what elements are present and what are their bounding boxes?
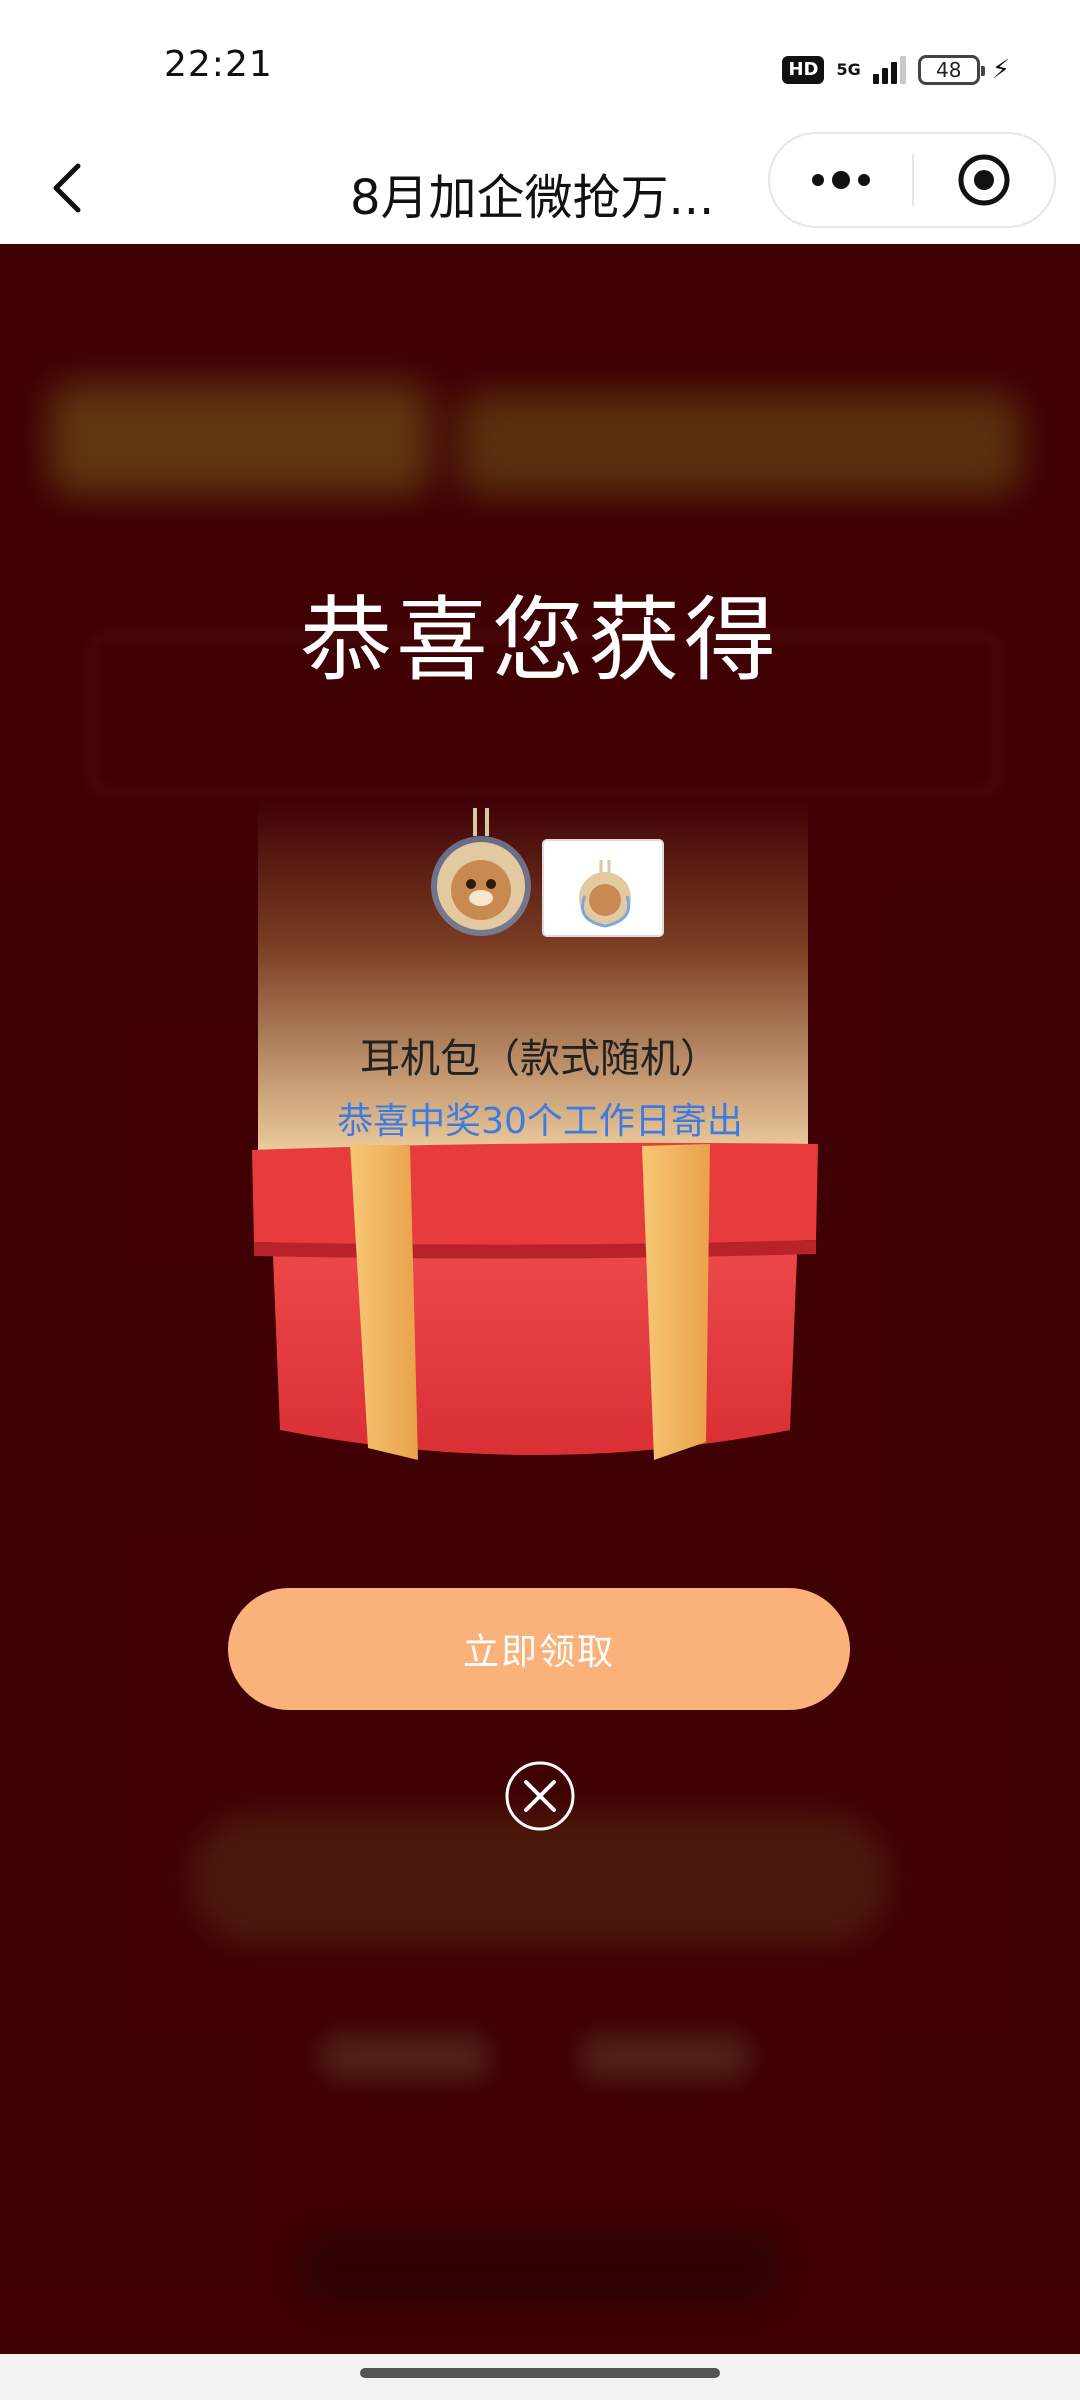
charging-icon: ⚡ <box>991 55 1010 85</box>
back-button[interactable] <box>30 150 106 226</box>
more-dots-icon <box>812 174 824 186</box>
battery-icon: 48 <box>917 55 985 85</box>
network-type: 5G <box>836 60 861 79</box>
battery-level: 48 <box>936 58 962 82</box>
home-gesture-bar[interactable] <box>360 2368 720 2378</box>
gift-box-image <box>252 1142 818 1460</box>
status-time: 22:21 <box>164 44 273 85</box>
status-icons: HD 5G 48 ⚡ <box>782 50 1010 90</box>
more-dots-icon-center <box>832 171 850 189</box>
status-bar: 22:21 HD 5G 48 ⚡ <box>0 0 1080 132</box>
more-dots-icon-right <box>858 174 870 186</box>
claim-button[interactable]: 立即领取 <box>228 1588 850 1710</box>
prize-image <box>431 808 664 937</box>
signal-icon <box>872 56 906 84</box>
modal-title: 恭喜您获得 <box>299 587 780 694</box>
prize-name: 耳机包（款式随机） <box>360 1036 720 1082</box>
close-icon[interactable] <box>504 1760 576 1832</box>
mini-program-capsule <box>768 132 1056 228</box>
more-button[interactable] <box>770 134 912 226</box>
page-title: 8月加企微抢万... <box>350 170 715 226</box>
hd-icon: HD <box>782 56 825 84</box>
chevron-left-icon <box>53 163 81 213</box>
target-icon <box>958 154 1010 206</box>
nav-bar: 8月加企微抢万... <box>0 132 1080 244</box>
exit-mini-program-button[interactable] <box>914 134 1054 226</box>
navigation-area <box>0 2354 1080 2400</box>
